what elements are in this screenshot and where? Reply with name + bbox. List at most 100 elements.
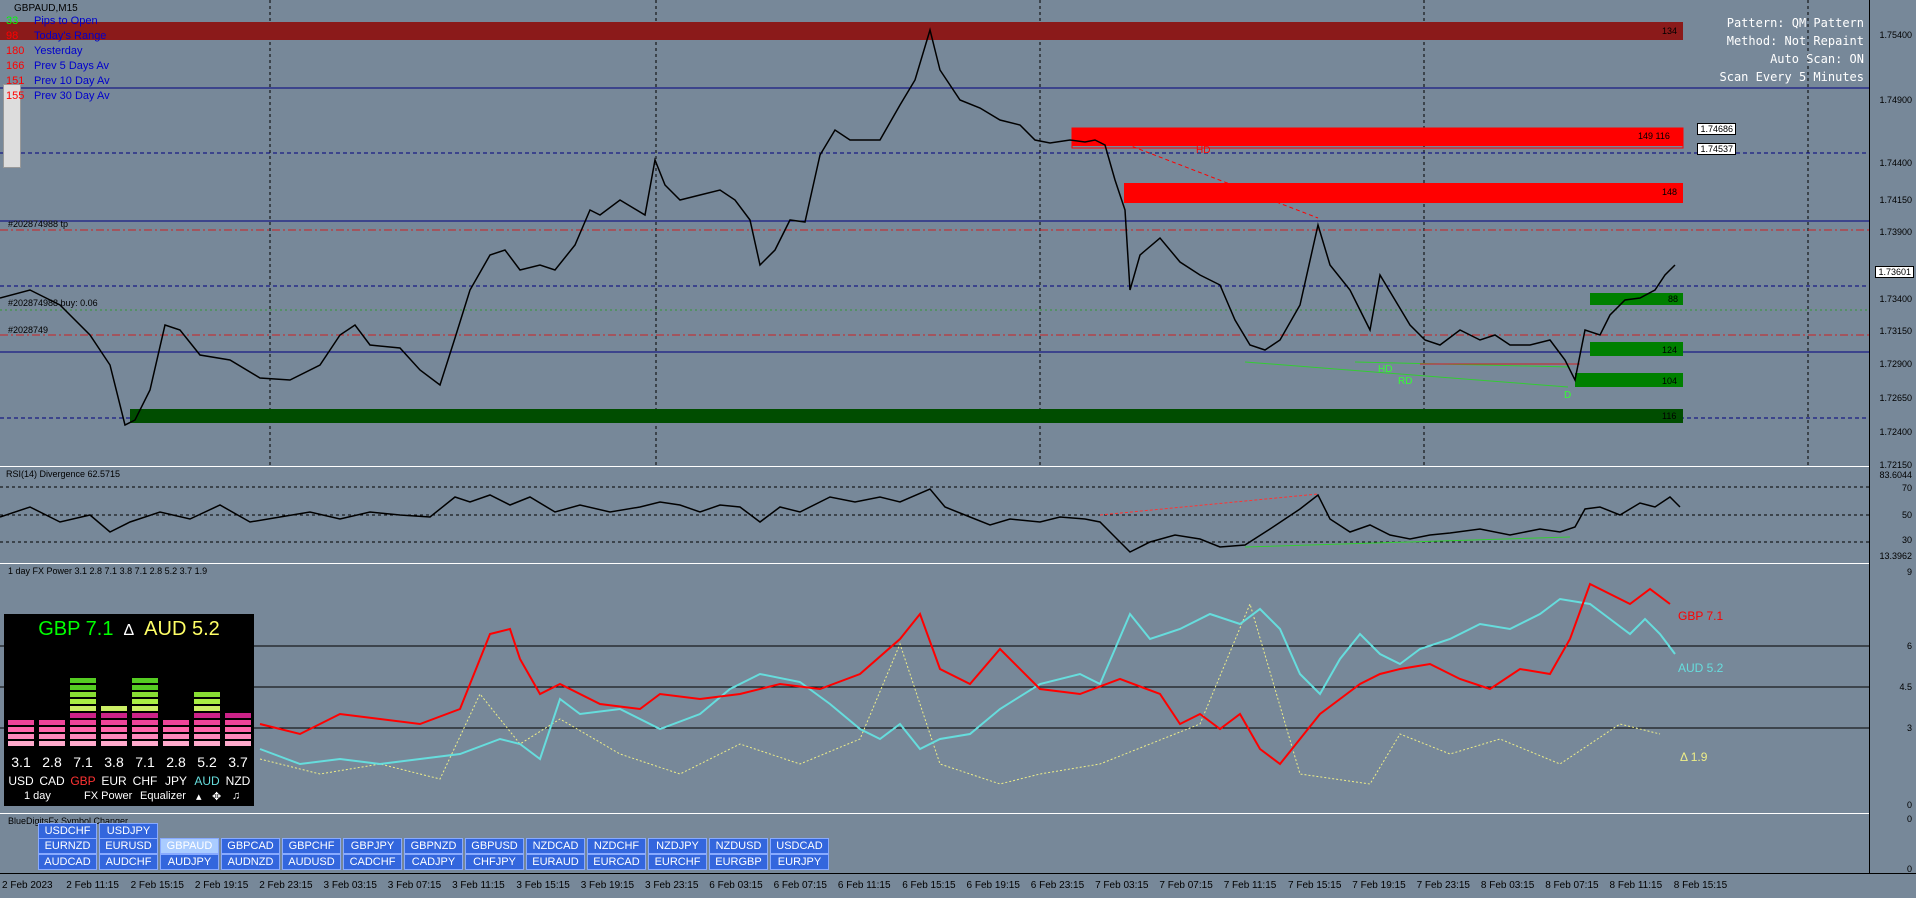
time-tick: 6 Feb 07:15 xyxy=(773,880,827,891)
price-tick: 1.73900 xyxy=(1879,227,1912,237)
fx-axis-4.5: 4.5 xyxy=(1899,682,1912,692)
symbol-button-gbpchf[interactable]: GBPCHF xyxy=(282,838,341,854)
price-tick: 1.72900 xyxy=(1879,359,1912,369)
rsi-svg xyxy=(0,486,1870,553)
supply-zone-top xyxy=(0,22,1683,40)
equalizer-value: 2.8 xyxy=(42,754,62,770)
time-axis[interactable]: 2 Feb 2023 2 Feb 11:15 2 Feb 15:15 2 Feb 19… xyxy=(0,873,1916,898)
symbol-button-audchf[interactable]: AUDCHF xyxy=(99,854,158,870)
time-tick: 7 Feb 15:15 xyxy=(1288,880,1342,891)
symbol-button-eurchf[interactable]: EURCHF xyxy=(648,854,707,870)
equalizer-period[interactable]: 1 day xyxy=(24,790,51,802)
rsi-line xyxy=(0,488,1681,553)
zone-label: 104 xyxy=(1662,376,1678,386)
price-tick: 1.72650 xyxy=(1879,393,1912,403)
pattern-scan-panel: Pattern: QM Pattern Method: Not Repaint A… xyxy=(1719,16,1865,84)
move-icon[interactable]: ✥ xyxy=(212,790,221,803)
sl-label[interactable]: #2028749 xyxy=(8,325,48,335)
time-tick: 7 Feb 19:15 xyxy=(1352,880,1406,891)
equalizer-currency[interactable]: JPY xyxy=(161,774,191,788)
rsi-pane[interactable]: RSI(14) Divergence 62.5715 xyxy=(0,467,1916,564)
time-tick: 3 Feb 19:15 xyxy=(580,880,635,891)
symbol-button-eurcad[interactable]: EURCAD xyxy=(587,854,646,870)
zone-label: 116 xyxy=(1662,411,1677,421)
symbol-button-audcad[interactable]: AUDCAD xyxy=(38,854,97,870)
aud-series xyxy=(259,597,1676,766)
symbol-changer-pane: BlueDigitsFx Symbol Changer USDCHF USDJPY… xyxy=(0,814,1916,874)
symbol-button-audusd[interactable]: AUDUSD xyxy=(282,854,341,870)
time-tick: 6 Feb 19:15 xyxy=(966,880,1020,891)
symbol-button-eurusd[interactable]: EURUSD xyxy=(99,838,158,854)
time-tick: 7 Feb 07:15 xyxy=(1159,880,1213,891)
symbol-button-audjpy[interactable]: AUDJPY xyxy=(160,854,219,870)
symbol-button-gbpaud[interactable]: GBPAUD xyxy=(160,838,219,854)
info-line: 166 Prev 5 Days Av xyxy=(6,60,109,72)
symbol-button-usdchf[interactable]: USDCHF xyxy=(38,823,97,839)
time-tick: 3 Feb 07:15 xyxy=(387,880,442,891)
fx-power-equalizer[interactable]: GBP 7.1 Δ AUD 5.2 3.1 USD 2.8 CAD 7.1 GBP 3.8 EUR… xyxy=(4,614,254,806)
gbp-series xyxy=(259,582,1671,766)
price-axis[interactable]: 1.75400 1.74900 1.74400 1.74150 1.73900 1.734… xyxy=(1869,0,1916,897)
time-tick: 8 Feb 11:15 xyxy=(1609,880,1663,891)
buy-label[interactable]: #202874988 buy: 0.06 xyxy=(8,298,98,308)
symbol-button-gbpcad[interactable]: GBPCAD xyxy=(221,838,280,854)
symbol-button-cadjpy[interactable]: CADJPY xyxy=(404,854,463,870)
fx-power-pane[interactable]: 1 day FX Power 3.1 2.8 7.1 3.8 7.1 2.8 5… xyxy=(0,564,1916,814)
equalizer-currency[interactable]: AUD xyxy=(192,774,222,788)
equalizer-header: GBP 7.1 Δ AUD 5.2 xyxy=(38,618,220,640)
equalizer-currency[interactable]: EUR xyxy=(99,774,129,788)
price-series xyxy=(0,27,1676,427)
symbol-button-gbpjpy[interactable]: GBPJPY xyxy=(343,838,402,854)
symbol-button-nzdchf[interactable]: NZDCHF xyxy=(587,838,646,854)
info-line: 33 Pips to Open xyxy=(6,15,98,27)
time-tick: 2 Feb 23:15 xyxy=(259,880,313,891)
zone-label: 134 xyxy=(1662,26,1678,36)
time-tick: 8 Feb 03:15 xyxy=(1480,880,1535,891)
time-tick: 2 Feb 2023 xyxy=(2,880,53,891)
symbol-button-gbpusd[interactable]: GBPUSD xyxy=(465,838,524,854)
symbol-button-usdcad[interactable]: USDCAD xyxy=(770,838,829,854)
symbol-button-eurnzd[interactable]: EURNZD xyxy=(38,838,97,854)
symbol-button-nzdjpy[interactable]: NZDJPY xyxy=(648,838,707,854)
pip-info-box: 33 Pips to Open 98 Today's Range 180 Yester… xyxy=(6,14,110,104)
sound-icon[interactable]: ♫ xyxy=(232,790,240,802)
symbol-button-usdjpy[interactable]: USDJPY xyxy=(99,823,158,839)
rsi-top-value: 83.6044 xyxy=(1879,470,1912,480)
price-tick: 1.74400 xyxy=(1879,158,1912,168)
equalizer-currency[interactable]: CAD xyxy=(37,774,67,788)
time-tick: 7 Feb 23:15 xyxy=(1416,880,1470,891)
collapse-icon[interactable]: ▴ xyxy=(196,790,202,803)
equalizer-mode[interactable]: Equalizer xyxy=(140,790,186,802)
time-tick: 7 Feb 11:15 xyxy=(1223,880,1277,891)
symbol-button-nzdusd[interactable]: NZDUSD xyxy=(709,838,768,854)
price-tick: 1.74900 xyxy=(1879,95,1912,105)
equalizer-value: 3.1 xyxy=(11,754,31,770)
equalizer-currency[interactable]: NZD xyxy=(223,774,253,788)
price-chart-pane[interactable]: GBPAUD,M15 33 Pips to Open 98 Today's Rang… xyxy=(0,0,1916,467)
time-tick: 2 Feb 15:15 xyxy=(130,880,184,891)
fx-axis-9: 9 xyxy=(1906,567,1912,577)
equalizer-currency[interactable]: CHF xyxy=(130,774,160,788)
symbol-button-audnzd[interactable]: AUDNZD xyxy=(221,854,280,870)
time-tick: 3 Feb 11:15 xyxy=(452,880,505,891)
symbol-button-cadchf[interactable]: CADCHF xyxy=(343,854,402,870)
pattern-label-hd: HD xyxy=(1196,145,1211,156)
symbol-button-gbpnzd[interactable]: GBPNZD xyxy=(404,838,463,854)
demand-zone-bottom xyxy=(130,409,1683,423)
zone-label: 149 116 xyxy=(1638,131,1670,141)
symbol-button-eurgbp[interactable]: EURGBP xyxy=(709,854,768,870)
info-line: 180 Yesterday xyxy=(6,45,83,57)
equalizer-currency[interactable]: USD xyxy=(6,774,36,788)
equalizer-value: 7.1 xyxy=(135,754,155,770)
symbol-button-eurjpy[interactable]: EURJPY xyxy=(770,854,829,870)
symbol-button-chfjpy[interactable]: CHFJPY xyxy=(465,854,524,870)
equalizer-name: FX Power xyxy=(84,790,133,802)
delta-series xyxy=(259,602,1661,785)
current-price-tag: 1.73601 xyxy=(1875,266,1914,278)
tp-label[interactable]: #202874988 tp xyxy=(8,219,68,229)
rsi-50: 50 xyxy=(1901,510,1912,520)
chart-title: GBPAUD,M15 xyxy=(14,3,78,14)
symbol-button-euraud[interactable]: EURAUD xyxy=(526,854,585,870)
symbol-button-nzdcad[interactable]: NZDCAD xyxy=(526,838,585,854)
equalizer-currency[interactable]: GBP xyxy=(68,774,98,788)
